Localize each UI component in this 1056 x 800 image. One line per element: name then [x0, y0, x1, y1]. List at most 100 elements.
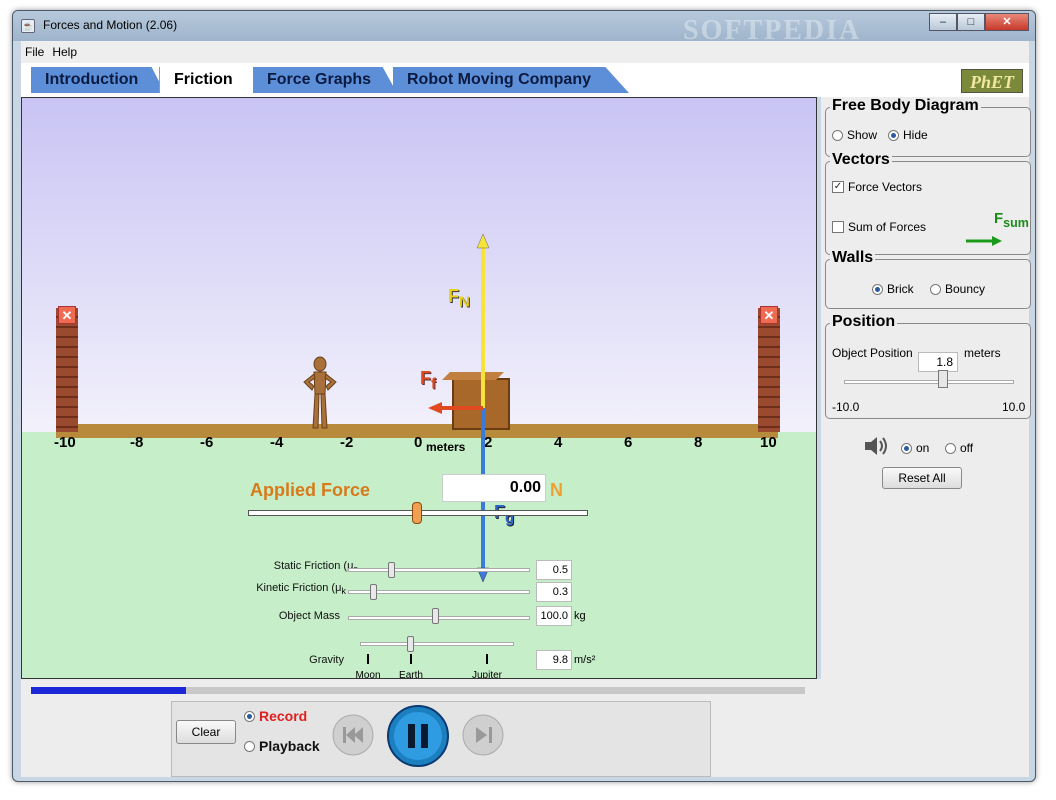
reset-all-button[interactable]: Reset All — [882, 467, 962, 489]
simulation-canvas: ✕ ✕ -10 -8 -6 -4 -2 0 meters 2 4 6 8 10 — [21, 97, 817, 679]
position-min-label: -10.0 — [832, 400, 860, 414]
pause-button[interactable] — [386, 704, 450, 768]
playback-option[interactable]: Playback — [244, 738, 320, 754]
sound-on-option[interactable]: on — [901, 441, 929, 455]
menu-help[interactable]: Help — [52, 45, 77, 59]
walls-brick-option[interactable]: Brick — [872, 282, 914, 296]
record-label: Record — [259, 708, 308, 724]
walls-group: Walls Brick Bouncy — [825, 249, 1031, 309]
app-window: ☕ Forces and Motion (2.06) SOFTPEDIA – □… — [12, 10, 1036, 782]
object-position-slider-track[interactable] — [844, 380, 1014, 384]
gravity-slider-track[interactable] — [360, 642, 514, 646]
force-vectors-option[interactable]: ✓ Force Vectors — [832, 180, 922, 194]
record-option[interactable]: Record — [244, 708, 307, 724]
jupiter-tick — [486, 654, 488, 664]
menu-file[interactable]: File — [25, 45, 44, 59]
tab-bar: Introduction Friction Force Graphs Robot… — [21, 63, 1029, 97]
gravity-unit: m/s² — [574, 654, 596, 666]
sound-on-radio[interactable] — [901, 442, 912, 454]
fbd-show-option[interactable]: Show — [832, 128, 877, 142]
fbd-show-label: Show — [847, 128, 878, 142]
tab-friction[interactable]: Friction — [159, 67, 259, 93]
record-radio[interactable] — [244, 710, 255, 722]
kinetic-friction-slider-thumb[interactable] — [370, 584, 377, 600]
window-title: Forces and Motion (2.06) — [43, 18, 178, 32]
kinetic-friction-text: Kinetic Friction (μ — [256, 582, 342, 594]
force-vectors-label: Force Vectors — [848, 180, 923, 194]
jupiter-label: Jupiter — [471, 670, 502, 679]
playback-radio[interactable] — [244, 740, 255, 752]
sound-off-label: off — [960, 441, 974, 455]
object-mass-unit: kg — [574, 610, 586, 622]
fsum-subscript: sum — [1003, 216, 1029, 230]
static-friction-slider-thumb[interactable] — [388, 562, 395, 578]
phet-logo[interactable]: PhET — [961, 69, 1023, 93]
moon-tick — [367, 654, 369, 664]
control-panel: Free Body Diagram Show Hide Vectors ✓ For… — [821, 97, 1031, 679]
object-mass-slider-thumb[interactable] — [432, 608, 439, 624]
fbd-hide-radio[interactable] — [888, 129, 899, 141]
minimize-button[interactable]: – — [929, 13, 957, 31]
sound-off-radio[interactable] — [945, 442, 956, 454]
friction-force-symbol: F — [420, 368, 431, 388]
free-body-diagram-title: Free Body Diagram — [830, 97, 981, 115]
gravity-label: Gravity — [309, 654, 344, 666]
close-button[interactable]: ✕ — [985, 13, 1029, 31]
gravity-input[interactable]: 9.8 — [536, 650, 572, 670]
playback-controls: Clear Record Playback — [171, 701, 711, 777]
friction-force-arrowhead — [428, 402, 442, 414]
object-position-input[interactable]: 1.8 — [918, 352, 958, 372]
fbd-hide-option[interactable]: Hide — [888, 128, 928, 142]
position-max-label: 10.0 — [1002, 400, 1026, 414]
sum-of-forces-label: Sum of Forces — [848, 220, 927, 234]
sound-off-option[interactable]: off — [945, 441, 973, 455]
earth-tick — [410, 654, 412, 664]
earth-label: Earth — [399, 670, 423, 679]
tab-robot-moving-company[interactable]: Robot Moving Company — [393, 67, 629, 93]
fsum-label: Fsum — [994, 210, 1029, 230]
kinetic-friction-input[interactable]: 0.3 — [536, 582, 572, 602]
friction-force-subscript: f — [431, 375, 436, 393]
fsum-arrow-icon — [966, 236, 1002, 246]
object-mass-slider-track[interactable] — [348, 616, 530, 620]
step-forward-button[interactable] — [462, 714, 504, 756]
playback-label: Playback — [259, 738, 320, 754]
walls-bouncy-radio[interactable] — [930, 283, 941, 295]
maximize-button[interactable]: □ — [957, 13, 985, 31]
applied-force-input[interactable]: 0.00 — [442, 474, 546, 502]
speaker-icon — [865, 437, 887, 455]
java-icon: ☕ — [21, 19, 35, 33]
fsum-symbol: F — [994, 210, 1004, 227]
normal-force-subscript: N — [459, 293, 470, 311]
title-bar: ☕ Forces and Motion (2.06) SOFTPEDIA – □… — [13, 11, 1035, 46]
sum-of-forces-option[interactable]: Sum of Forces — [832, 220, 926, 234]
object-position-label: Object Position — [832, 346, 913, 360]
playback-progress-bar[interactable] — [31, 687, 805, 694]
vectors-group: Vectors ✓ Force Vectors Sum of Forces Fsu… — [825, 151, 1031, 255]
rewind-icon — [343, 727, 346, 743]
tab-introduction[interactable]: Introduction — [31, 67, 165, 93]
gravity-slider-thumb[interactable] — [407, 636, 414, 652]
walls-brick-radio[interactable] — [872, 283, 883, 295]
normal-force-arrowhead — [476, 233, 490, 249]
pause-icon — [408, 724, 415, 748]
sound-on-label: on — [916, 441, 930, 455]
static-friction-slider-track[interactable] — [348, 568, 530, 572]
walls-bouncy-option[interactable]: Bouncy — [930, 282, 985, 296]
applied-force-slider-thumb[interactable] — [412, 502, 422, 524]
rewind-button[interactable] — [332, 714, 374, 756]
tab-force-graphs[interactable]: Force Graphs — [253, 67, 397, 93]
sum-of-forces-checkbox[interactable] — [832, 221, 844, 233]
static-friction-input[interactable]: 0.5 — [536, 560, 572, 580]
fbd-show-radio[interactable] — [832, 129, 843, 141]
friction-force-label: Ff — [420, 368, 436, 393]
normal-force-symbol: F — [448, 286, 459, 306]
force-vectors-checkbox[interactable]: ✓ — [832, 181, 844, 193]
object-mass-input[interactable]: 100.0 — [536, 606, 572, 626]
position-group: Position Object Position 1.8 meters -10.… — [825, 313, 1031, 419]
walls-title: Walls — [830, 249, 876, 267]
kinetic-friction-subscript: k — [341, 586, 346, 597]
menu-bar: File Help — [21, 41, 1029, 63]
clear-button[interactable]: Clear — [176, 720, 236, 744]
object-position-slider-thumb[interactable] — [938, 370, 948, 388]
